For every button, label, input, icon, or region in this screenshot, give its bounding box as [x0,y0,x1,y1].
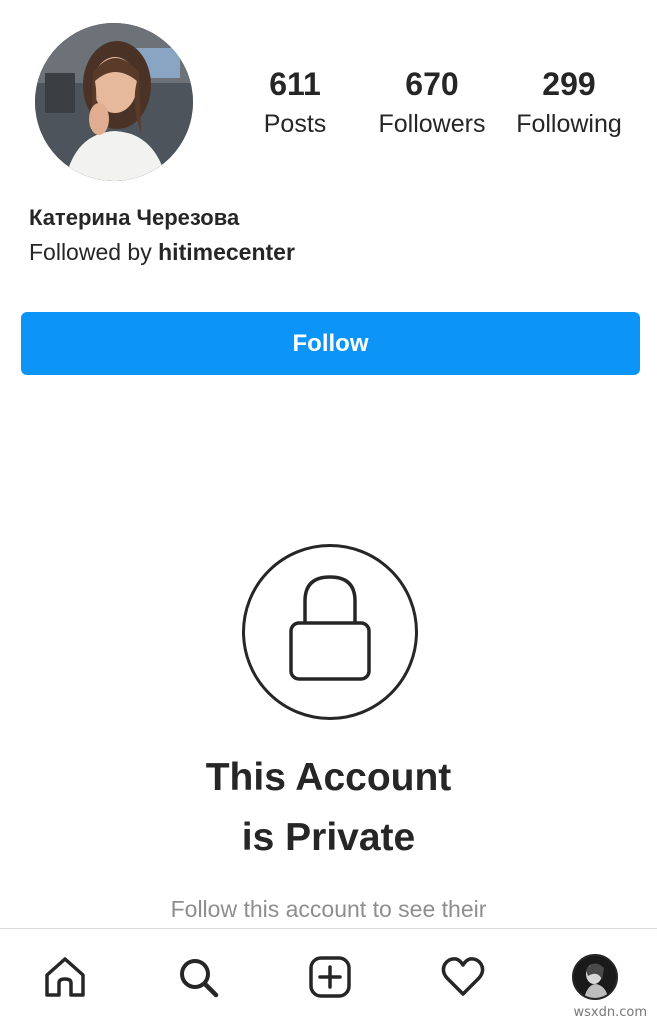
followed-by-prefix: Followed by [29,239,152,265]
following-stat[interactable]: 299 Following [499,62,639,142]
watermark-text: wsxdn.com [573,1005,648,1020]
home-icon [45,957,85,997]
nav-profile-avatar[interactable] [572,954,618,1000]
search-icon [180,959,219,998]
follow-button[interactable]: Follow [21,312,640,375]
nav-home-button[interactable] [41,953,89,1001]
followed-by-user-link[interactable]: hitimecenter [158,239,295,265]
posts-count: 611 [269,66,321,102]
nav-new-post-button[interactable] [306,953,354,1001]
private-account-subtitle: Follow this account to see their [170,896,487,922]
profile-display-name: Катерина Черезова [29,205,240,230]
profile-avatar[interactable] [35,23,193,181]
heart-icon [441,957,485,996]
followers-label: Followers [378,110,486,138]
bottom-nav-bar [0,928,657,1025]
followed-by-line: Followed by hitimecenter [29,236,295,268]
posts-stat[interactable]: 611 Posts [225,62,365,142]
nav-search-button[interactable] [174,953,222,1001]
private-title-line1: This Account [205,756,452,799]
private-title-line2: is Private [241,816,416,859]
lock-icon [289,575,371,681]
followers-stat[interactable]: 670 Followers [362,62,502,142]
following-label: Following [516,110,622,138]
posts-label: Posts [263,110,327,138]
private-account-title: This Account is Private [0,748,657,868]
followers-count: 670 [405,66,459,102]
profile-stats: 611 Posts 670 Followers 299 Following [225,62,645,152]
nav-activity-button[interactable] [439,953,487,1001]
profile-avatar-thumb [574,956,616,998]
add-icon [309,956,351,998]
private-lock-circle [242,544,418,720]
following-count: 299 [542,66,596,102]
